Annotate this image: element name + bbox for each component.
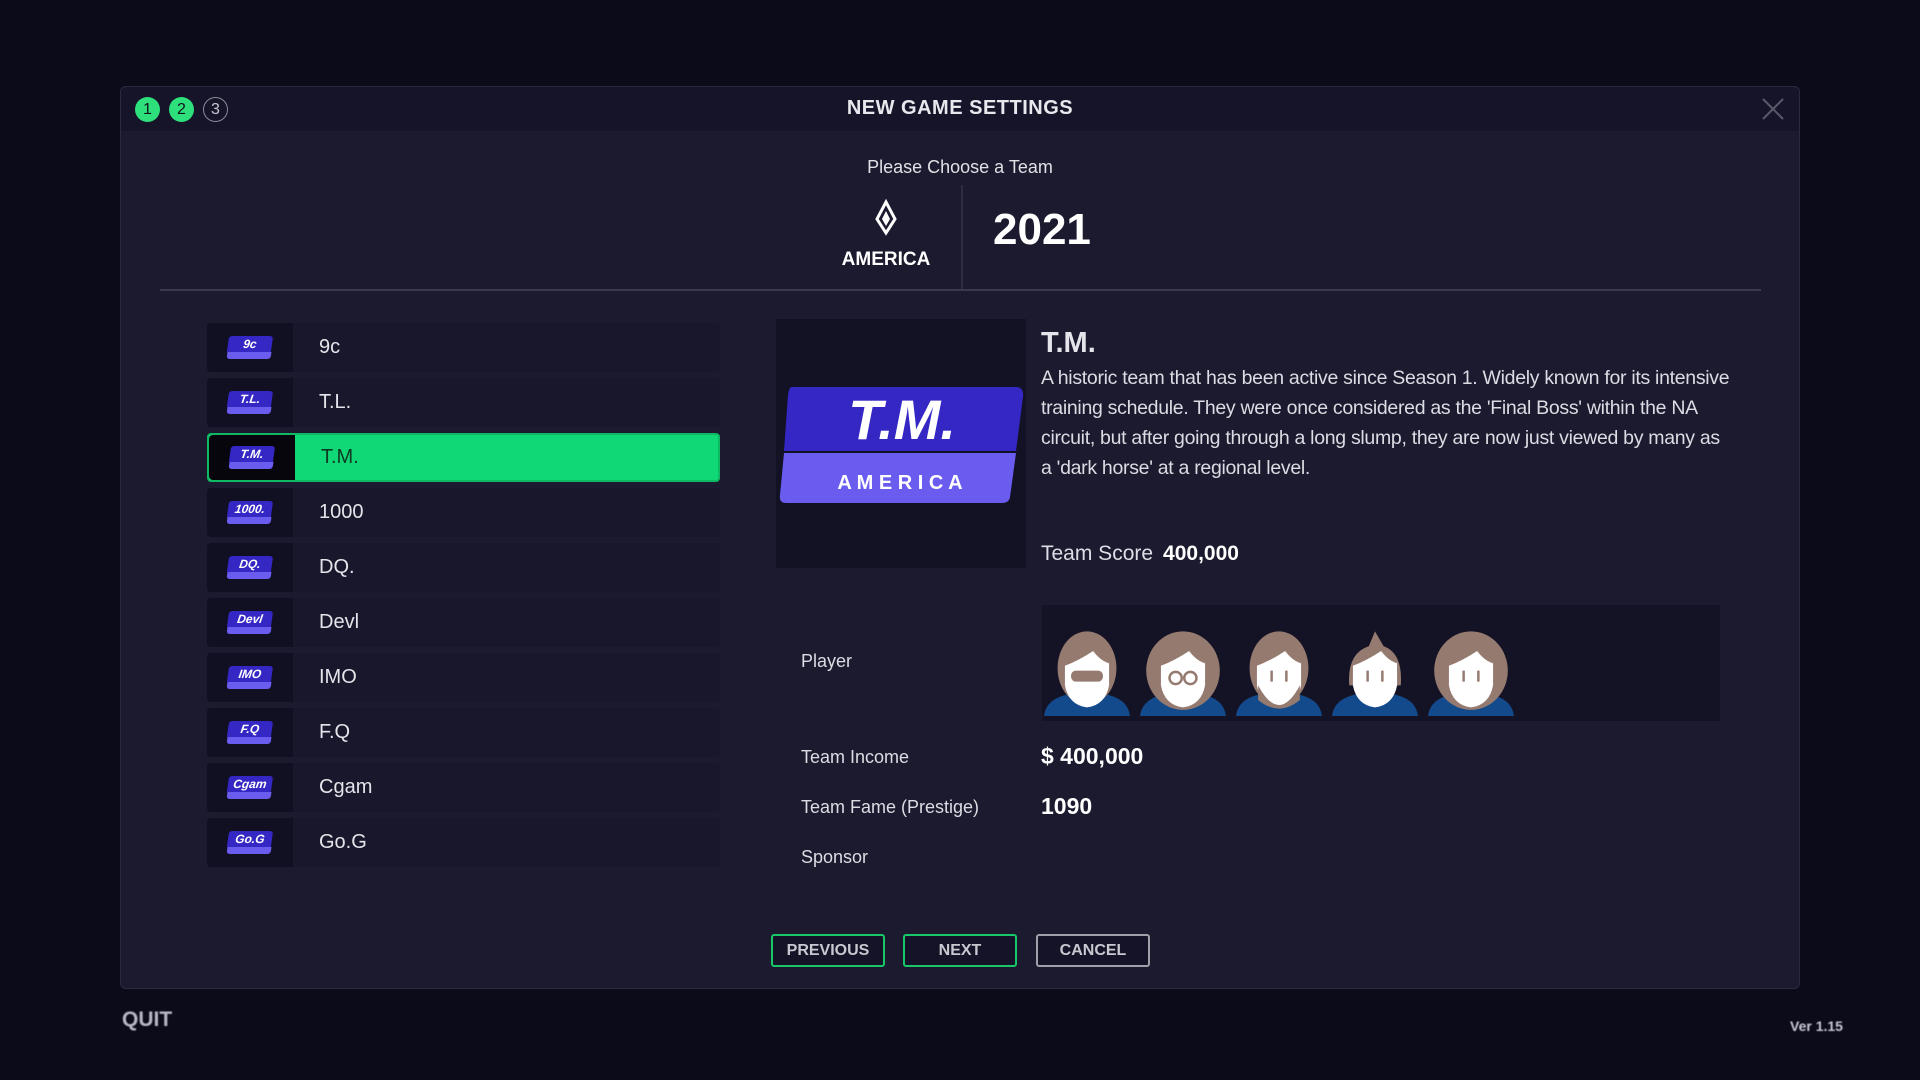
next-button[interactable]: NEXT (903, 934, 1017, 967)
team-name-label: 1000 (319, 501, 364, 523)
income-label: Team Income (801, 747, 910, 767)
team-logo: T.M. (209, 435, 295, 480)
quit-button[interactable]: QUIT (122, 1008, 172, 1032)
team-list-item[interactable]: T.M. T.M. (207, 433, 720, 482)
team-logo: F.Q (207, 708, 293, 757)
cancel-button[interactable]: CANCEL (1036, 934, 1150, 967)
team-list-item[interactable]: IMO IMO (207, 653, 720, 702)
region-logo: AMERICA (831, 198, 941, 270)
svg-text:A M E R I C A: A M E R I C A (837, 472, 962, 494)
player-avatar-sunglasses[interactable] (1044, 624, 1130, 721)
team-score-value: 400,000 (1163, 542, 1239, 565)
player-roster (1042, 605, 1720, 721)
player-avatar-beard[interactable] (1236, 624, 1322, 721)
fame-value: 1090 (1041, 793, 1093, 819)
team-logo: 1000. (207, 488, 293, 537)
close-icon[interactable] (1759, 95, 1787, 123)
fame-label: Team Fame (Prestige) (801, 797, 980, 817)
team-name-label: IMO (319, 666, 357, 688)
team-description: A historic team that has been active sin… (1041, 367, 1730, 479)
team-logo: Devl (207, 598, 293, 647)
team-list: 9c 9c T.L. T.L. T.M. T.M. 1000. 1000 DQ. DQ. Devl D… (207, 323, 720, 873)
player-label: Player (801, 651, 853, 671)
team-logo: T.L. (207, 378, 293, 427)
team-name: T.M. (1041, 327, 1096, 359)
team-logo: IMO (207, 653, 293, 702)
dialog-title: NEW GAME SETTINGS (846, 97, 1074, 119)
team-list-item[interactable]: Go.G Go.G (207, 818, 720, 867)
player-avatar-mohawk[interactable] (1332, 624, 1418, 721)
team-name-label: T.L. (319, 391, 352, 413)
team-score-label: Team Score (1041, 542, 1154, 565)
svg-text:T.M.: T.M. (848, 388, 956, 451)
team-list-item[interactable]: DQ. DQ. (207, 543, 720, 592)
header-divider (961, 185, 963, 289)
team-logo: DQ. (207, 543, 293, 592)
team-list-item[interactable]: F.Q F.Q (207, 708, 720, 757)
team-logo-text: IMO (226, 665, 274, 682)
version-label: Ver 1.15 (1790, 1018, 1843, 1034)
team-name-label: Go.G (319, 831, 367, 853)
team-list-item[interactable]: 9c 9c (207, 323, 720, 372)
dialog-header: 123 NEW GAME SETTINGS (121, 87, 1799, 131)
team-logo: 9c (207, 323, 293, 372)
team-list-item[interactable]: Devl Devl (207, 598, 720, 647)
player-avatar-glasses[interactable] (1140, 624, 1226, 721)
team-logo: Cgam (207, 763, 293, 812)
team-logo-text: 1000. (226, 500, 274, 517)
team-score: Team Score 400,000 (1041, 542, 1239, 566)
team-logo-text: 9c (226, 335, 274, 352)
team-list-item[interactable]: 1000. 1000 (207, 488, 720, 537)
divider (160, 289, 1761, 291)
team-logo-text: Go.G (226, 830, 274, 847)
team-logo-text: Devl (226, 610, 274, 627)
team-logo-text: F.Q (226, 720, 274, 737)
player-avatar-long-hair[interactable] (1428, 624, 1514, 721)
previous-button[interactable]: PREVIOUS (771, 934, 885, 967)
team-name-label: T.M. (321, 446, 359, 468)
income-value: $ 400,000 (1041, 743, 1144, 769)
team-logo-large: T.M. A M E R I C A (776, 319, 1026, 568)
team-logo-text: T.L. (226, 390, 274, 407)
team-logo: Go.G (207, 818, 293, 867)
team-name-label: Devl (319, 611, 360, 633)
team-list-item[interactable]: T.L. T.L. (207, 378, 720, 427)
team-name-label: 9c (319, 336, 341, 358)
new-game-dialog: 123 NEW GAME SETTINGS Please Choose a Te… (120, 86, 1800, 989)
choose-team-label: Please Choose a Team (867, 157, 1053, 177)
season-year: 2021 (993, 205, 1091, 254)
team-logo-text: DQ. (226, 555, 274, 572)
team-name-label: DQ. (319, 556, 355, 578)
team-list-item[interactable]: Cgam Cgam (207, 763, 720, 812)
team-logo-text: T.M. (228, 445, 276, 462)
svg-text:AMERICA: AMERICA (842, 249, 931, 269)
team-logo-text: Cgam (226, 775, 274, 792)
team-name-label: Cgam (319, 776, 373, 798)
sponsor-label: Sponsor (801, 847, 869, 867)
team-name-label: F.Q (319, 721, 351, 743)
